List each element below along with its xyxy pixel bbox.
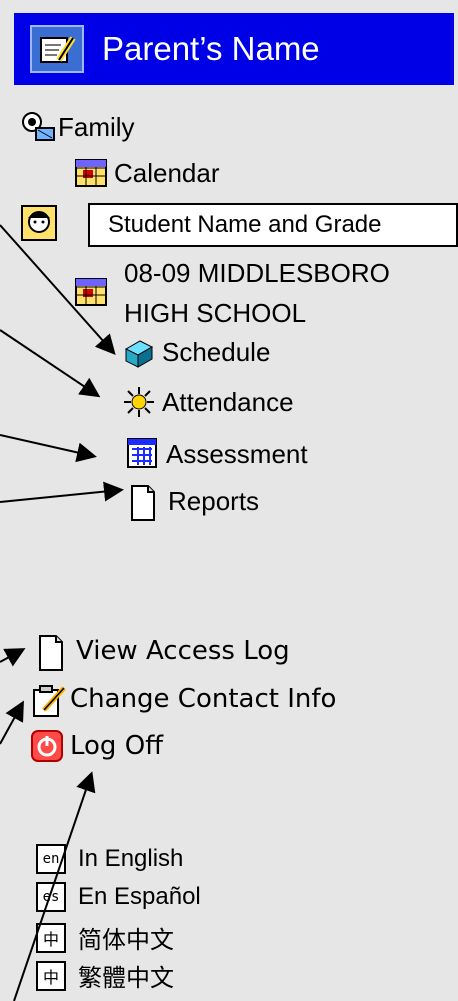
annotation-arrows (0, 224, 124, 1001)
arrow-to-reports (0, 481, 124, 503)
arrow-to-change-contact-info (0, 700, 24, 745)
arrow-to-schedule (0, 224, 116, 355)
arrow-to-assessment (0, 434, 97, 463)
arrow-to-log-off (13, 771, 96, 1001)
arrow-to-attendance (0, 329, 101, 398)
arrow-to-view-access-log (0, 648, 26, 667)
